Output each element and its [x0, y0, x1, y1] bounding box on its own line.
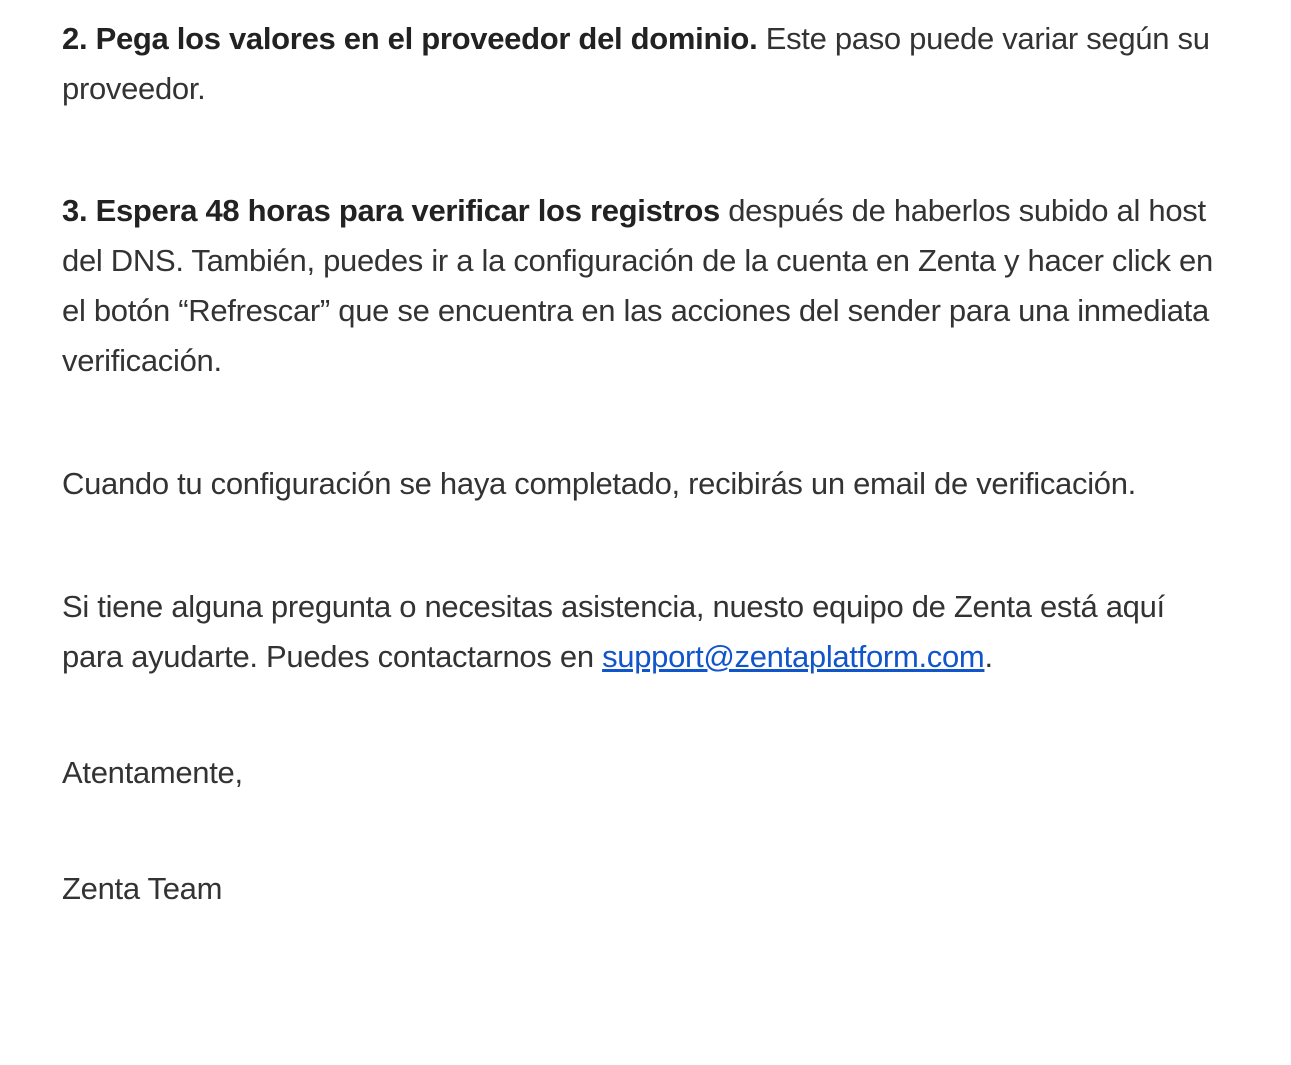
step-2-paragraph: 2. Pega los valores en el proveedor del …: [62, 14, 1222, 114]
email-body: 2. Pega los valores en el proveedor del …: [62, 14, 1222, 914]
step-2-heading: 2. Pega los valores en el proveedor del …: [62, 21, 758, 56]
step-3-paragraph: 3. Espera 48 horas para verificar los re…: [62, 186, 1222, 386]
support-period: .: [984, 639, 993, 674]
closing-text: Atentamente,: [62, 755, 243, 790]
support-email-link[interactable]: support@zentaplatform.com: [602, 639, 985, 674]
configuration-note: Cuando tu configuración se haya completa…: [62, 466, 1136, 501]
signature-text: Zenta Team: [62, 871, 223, 906]
step-3-heading: 3. Espera 48 horas para verificar los re…: [62, 193, 720, 228]
support-paragraph: Si tiene alguna pregunta o necesitas asi…: [62, 582, 1222, 682]
